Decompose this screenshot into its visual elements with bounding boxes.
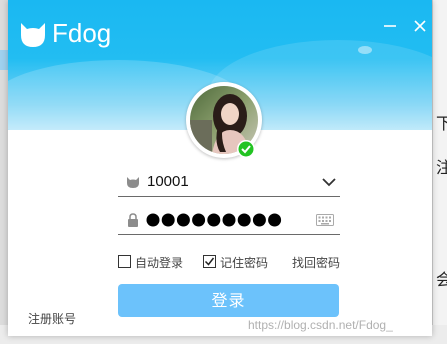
lock-icon: [128, 213, 138, 227]
background-window-fragment: [0, 50, 8, 70]
checkbox-box[interactable]: [203, 255, 216, 268]
watermark-text: https://blog.csdn.net/Fdog_: [248, 318, 393, 332]
password-dot: [192, 213, 206, 227]
password-dot: [176, 213, 190, 227]
auto-login-label: 自动登录: [135, 256, 184, 270]
checkmark-icon: [204, 257, 215, 266]
password-dot: [222, 213, 236, 227]
background-text: 下: [436, 114, 447, 133]
online-check-icon: [237, 140, 255, 158]
login-button[interactable]: 登录: [118, 284, 339, 317]
header-cloud: [358, 46, 372, 54]
password-field[interactable]: [118, 208, 340, 235]
close-icon[interactable]: [412, 18, 428, 34]
password-dot: [252, 213, 266, 227]
account-field[interactable]: 10001: [118, 170, 340, 197]
app-title: Fdog: [52, 18, 112, 48]
background-text: 注: [436, 158, 447, 177]
password-dot: [146, 213, 160, 227]
password-dot: [237, 213, 251, 227]
find-password-link[interactable]: 找回密码: [292, 254, 340, 271]
login-window: Fdog 10001 自动登录 记住密码 找回密码 登录 注册账号: [8, 0, 432, 336]
remember-password-label: 记住密码: [220, 256, 269, 270]
user-icon: [127, 177, 139, 188]
checkbox-box[interactable]: [118, 255, 131, 268]
cat-logo-icon: [21, 23, 45, 47]
password-dot: [161, 213, 175, 227]
background-text: 会: [436, 270, 447, 289]
remember-password-checkbox[interactable]: 记住密码: [203, 254, 279, 270]
minimize-icon[interactable]: [382, 18, 398, 34]
password-dot: [207, 213, 221, 227]
chevron-down-icon[interactable]: [322, 178, 336, 187]
register-account-link[interactable]: 注册账号: [28, 310, 76, 327]
keyboard-icon[interactable]: [316, 214, 334, 226]
auto-login-checkbox[interactable]: 自动登录: [118, 254, 194, 270]
account-input[interactable]: 10001: [147, 173, 189, 190]
password-dot: [268, 213, 282, 227]
password-input[interactable]: [146, 211, 286, 229]
